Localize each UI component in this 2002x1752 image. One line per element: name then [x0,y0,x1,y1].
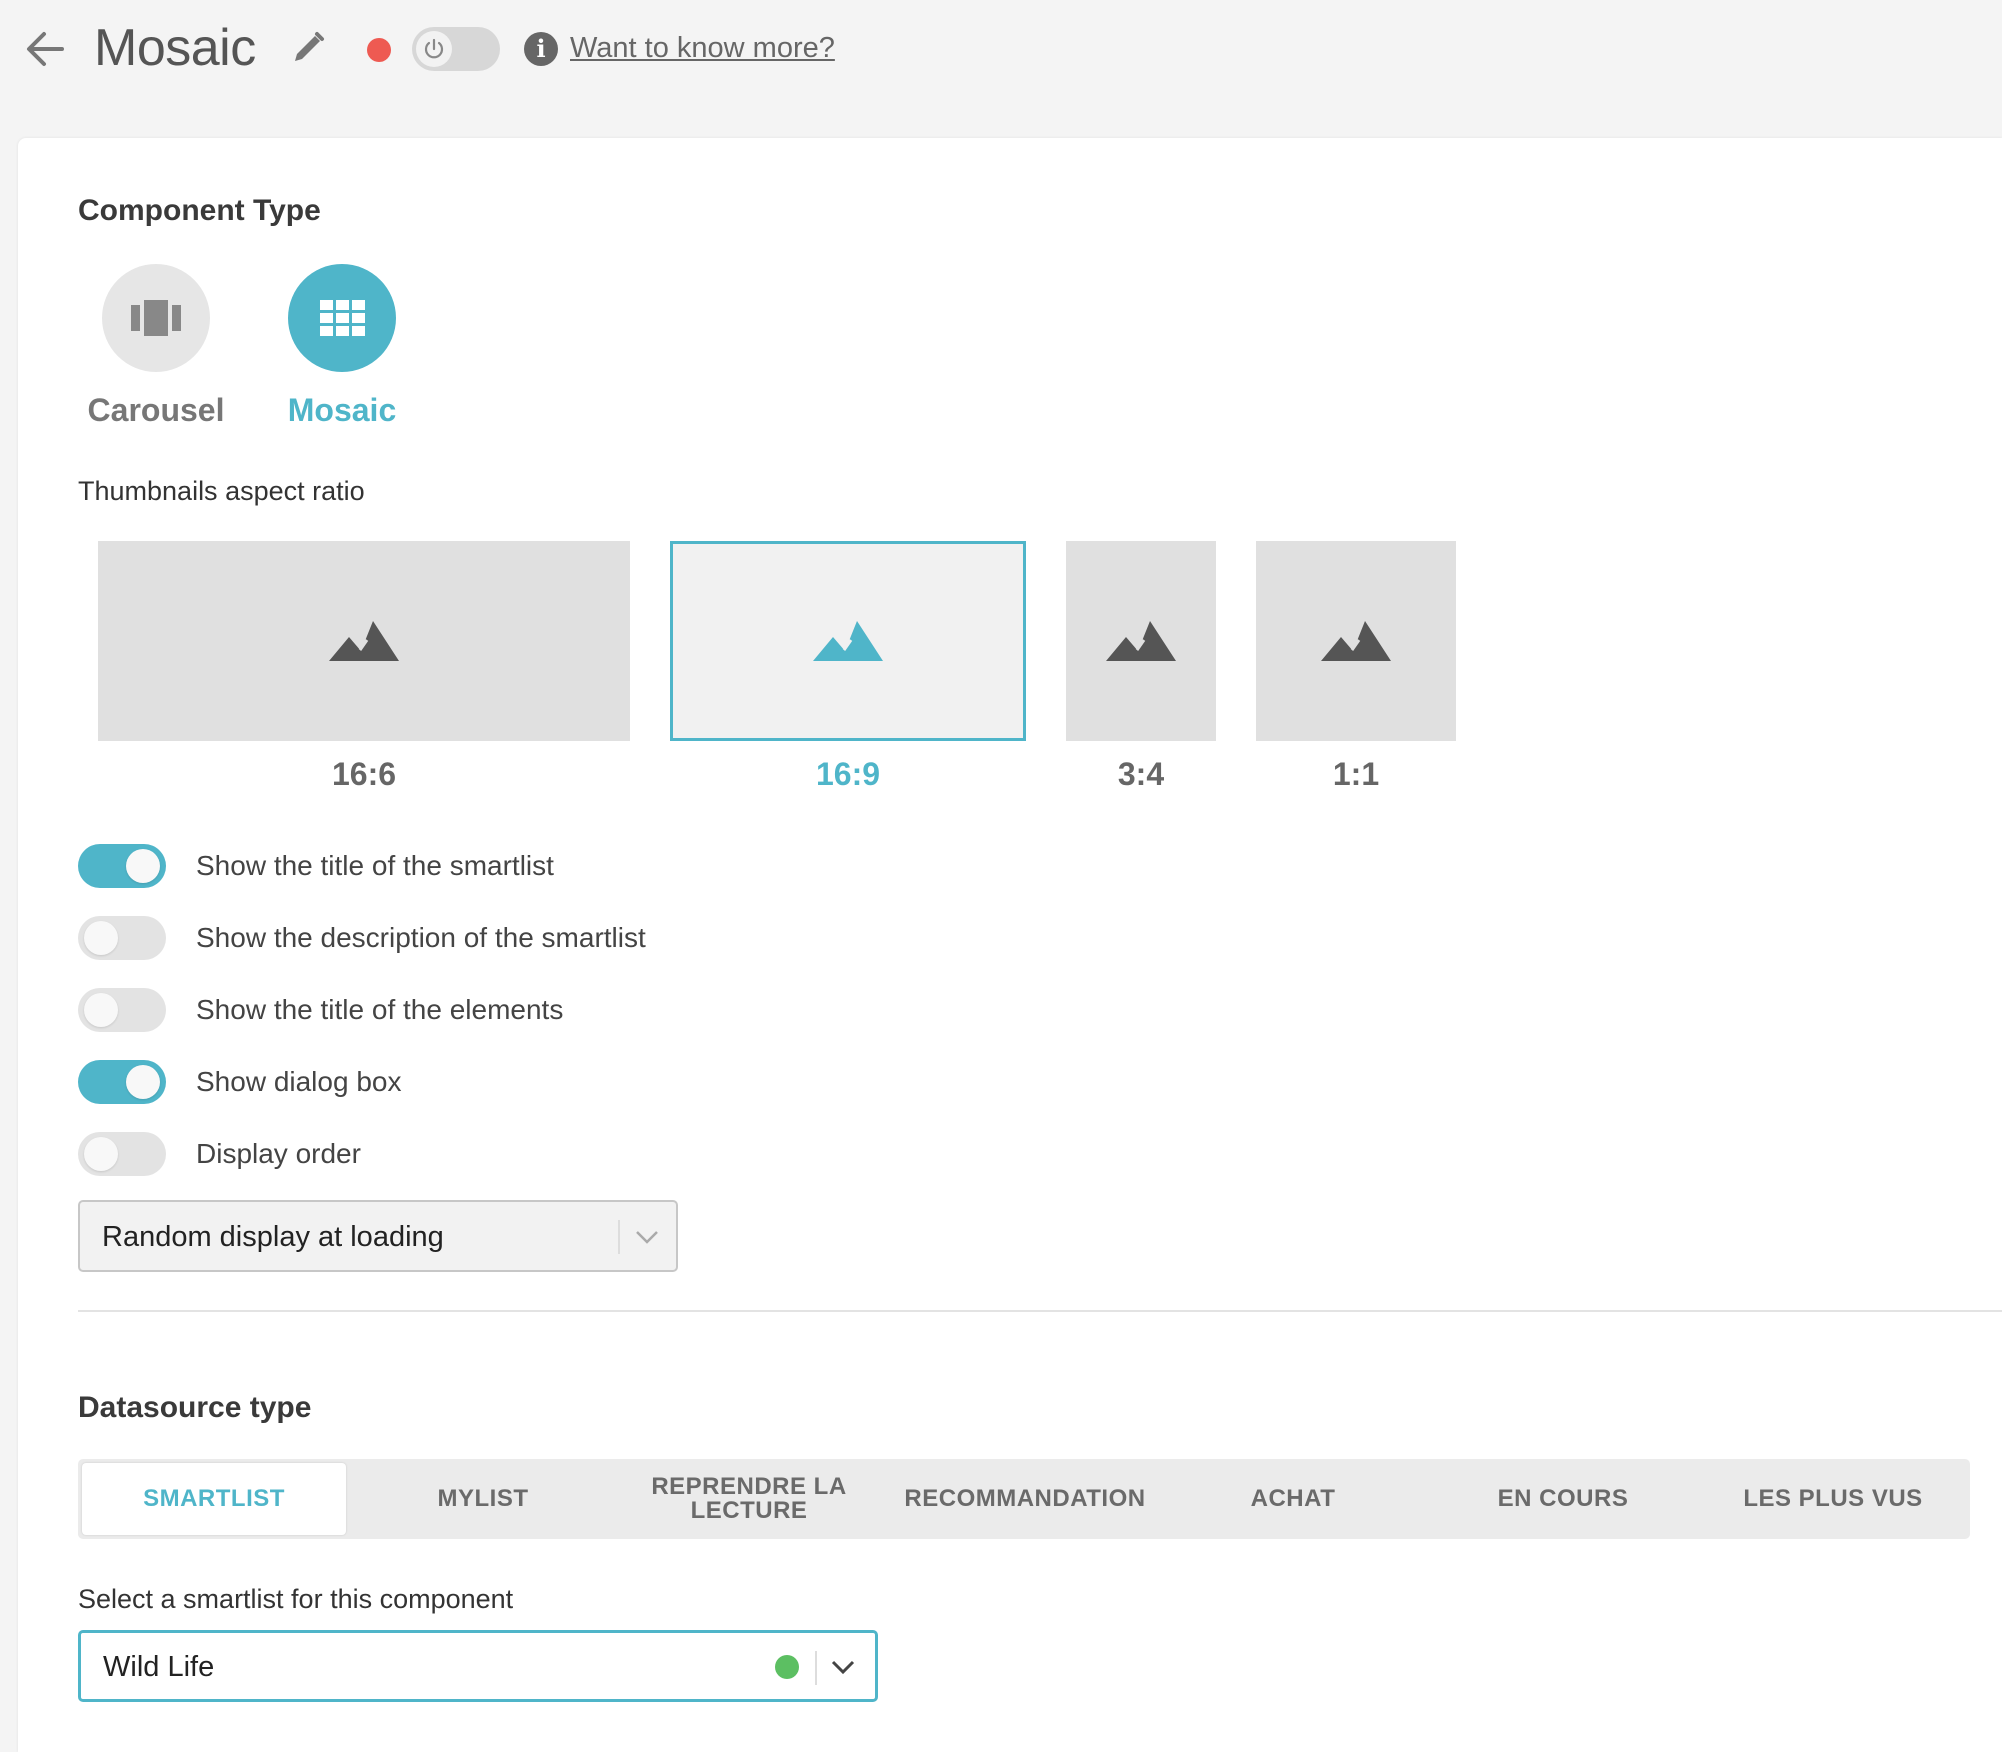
tab-reprendre-la-lecture[interactable]: REPRENDRE LA LECTURE [618,1459,880,1539]
toggle-display-order[interactable] [78,1132,166,1176]
select-separator [618,1220,620,1254]
smartlist-status-dot [775,1655,799,1679]
ratio-3-4-option[interactable] [1066,541,1216,741]
display-order-select[interactable]: Random display at loading [78,1200,678,1272]
smartlist-select-label: Select a smartlist for this component [78,1584,514,1614]
aspect-ratio-title: Thumbnails aspect ratio [78,476,365,506]
power-toggle-knob [416,31,452,67]
tab-en-cours[interactable]: EN COURS [1428,1459,1698,1539]
datasource-type-title: Datasource type [78,1391,312,1424]
info-icon[interactable]: i [524,32,558,66]
datasource-tabs: SMARTLIST MYLIST REPRENDRE LA LECTURE RE… [78,1459,1970,1539]
ratio-16-9-option[interactable] [670,541,1026,741]
mosaic-label: Mosaic [287,392,397,428]
toggle-knob [84,993,118,1027]
settings-panel: Component Type Carousel Mosaic Thumbnail… [18,138,2002,1752]
chevron-down-icon [831,1660,855,1675]
carousel-circle [102,264,210,372]
mountain-icon [813,621,883,661]
smartlist-select[interactable]: Wild Life [78,1630,878,1702]
toggle-knob [126,1065,160,1099]
ratio-16-6-label: 16:6 [331,756,397,792]
toggle-label-show-dialog-box: Show dialog box [196,1066,402,1097]
tab-recommandation[interactable]: RECOMMANDATION [880,1459,1170,1539]
toggle-show-smartlist-description[interactable] [78,916,166,960]
toggle-knob [84,1137,118,1171]
toggle-show-dialog-box[interactable] [78,1060,166,1104]
carousel-icon [131,300,181,336]
smartlist-select-value: Wild Life [103,1651,215,1683]
pencil-icon[interactable] [290,30,326,66]
ratio-3-4-label: 3:4 [1117,756,1165,792]
ratio-1-1-option[interactable] [1256,541,1456,741]
ratio-16-6-option[interactable] [98,541,630,741]
tab-achat[interactable]: ACHAT [1158,1459,1428,1539]
ratio-1-1-label: 1:1 [1332,756,1380,792]
component-type-title: Component Type [78,194,321,227]
power-toggle[interactable] [412,27,500,71]
toggle-label-show-smartlist-title: Show the title of the smartlist [196,850,554,881]
toggle-label-display-order: Display order [196,1138,361,1169]
ratio-16-9-label: 16:9 [815,756,881,792]
mountain-icon [1106,621,1176,661]
display-order-select-value: Random display at loading [102,1221,444,1253]
select-separator [815,1651,817,1685]
back-arrow-icon[interactable] [22,26,68,72]
mountain-icon [1321,621,1391,661]
component-type-mosaic[interactable]: Mosaic [274,264,410,429]
carousel-label: Carousel [87,392,225,428]
grid-icon [320,300,365,336]
want-to-know-more-link[interactable]: Want to know more? [570,32,835,65]
tab-les-plus-vus[interactable]: LES PLUS VUS [1698,1459,1968,1539]
toggle-label-show-smartlist-description: Show the description of the smartlist [196,922,646,953]
page-title: Mosaic [94,19,256,77]
mountain-icon [329,621,399,661]
component-type-carousel[interactable]: Carousel [78,264,234,429]
tab-mylist[interactable]: MYLIST [348,1459,618,1539]
chevron-down-icon [636,1231,658,1244]
section-divider [78,1310,2002,1312]
power-icon [424,38,444,59]
toggle-label-show-elements-title: Show the title of the elements [196,994,564,1025]
toggle-show-smartlist-title[interactable] [78,844,166,888]
tab-smartlist[interactable]: SMARTLIST [82,1463,346,1535]
toggle-show-elements-title[interactable] [78,988,166,1032]
toggle-knob [84,921,118,955]
page-header: Mosaic i Want to know more? [0,0,2002,130]
mosaic-circle [288,264,396,372]
toggle-knob [126,849,160,883]
status-dot [367,38,391,62]
